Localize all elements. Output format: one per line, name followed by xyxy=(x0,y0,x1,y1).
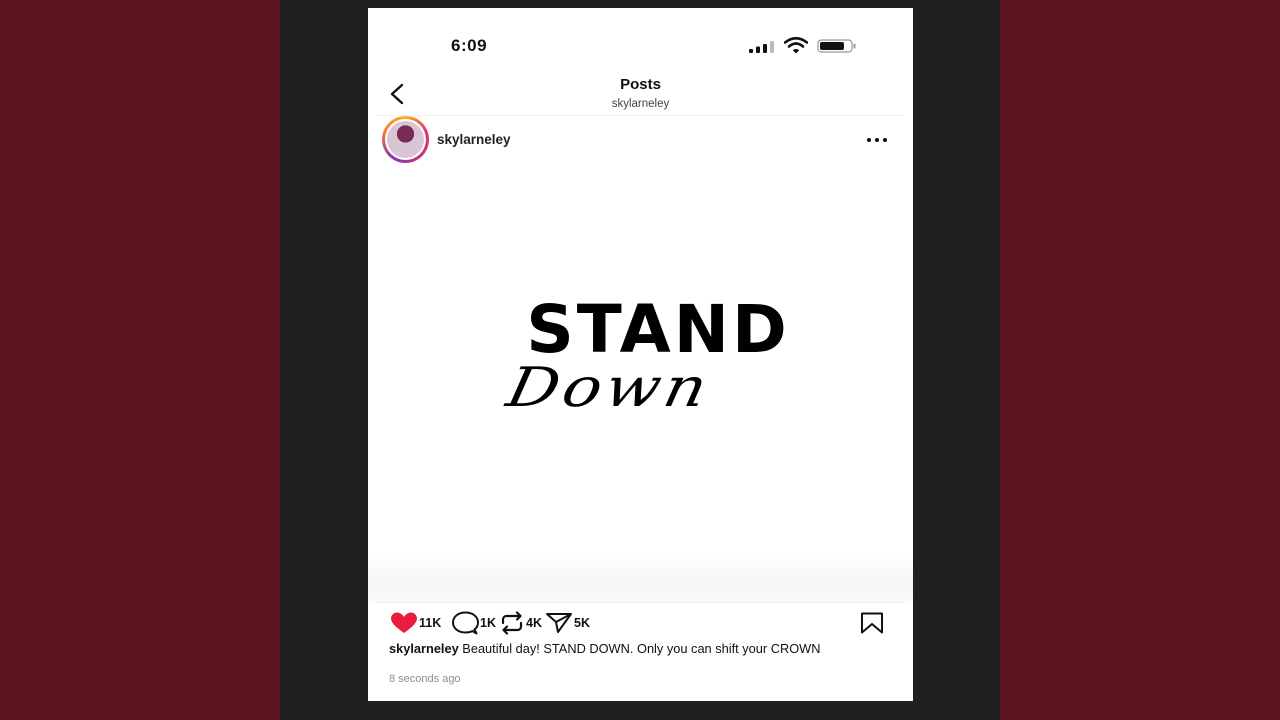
comment-button[interactable]: 1K xyxy=(451,611,496,635)
avatar-photo xyxy=(387,121,424,158)
wifi-icon xyxy=(784,37,808,54)
caption-username[interactable]: skylarneley xyxy=(389,641,459,656)
heart-icon xyxy=(391,612,417,633)
image-text-down: Down xyxy=(501,356,717,420)
post-caption: skylarneley Beautiful day! STAND DOWN. O… xyxy=(389,642,894,655)
comment-count: 1K xyxy=(480,616,496,630)
page-subtitle: skylarneley xyxy=(611,98,670,110)
post-username[interactable]: skylarneley xyxy=(437,132,511,147)
repost-button[interactable]: 4K xyxy=(499,611,542,635)
share-count: 5K xyxy=(574,616,590,630)
image-bottom-fade xyxy=(368,553,913,603)
repost-count: 4K xyxy=(526,616,542,630)
post-header: skylarneley xyxy=(368,116,913,163)
status-time: 6:09 xyxy=(451,36,488,55)
signal-icon xyxy=(749,41,774,53)
send-icon xyxy=(546,613,572,633)
more-horizontal-icon[interactable] xyxy=(865,130,889,150)
share-button[interactable]: 5K xyxy=(545,611,590,635)
comment-icon xyxy=(452,611,479,635)
battery-icon xyxy=(817,39,856,53)
post-timestamp: 8 seconds ago xyxy=(389,673,461,685)
repost-icon xyxy=(501,611,523,635)
posts-header: Posts skylarneley xyxy=(368,74,913,114)
post-actions: 11K 1K 4K 5K xyxy=(368,608,913,638)
caption-text: Beautiful day! STAND DOWN. Only you can … xyxy=(458,641,821,656)
image-divider xyxy=(376,602,904,603)
like-button[interactable]: 11K xyxy=(390,611,441,635)
bookmark-icon[interactable] xyxy=(860,612,884,634)
phone-screen: 6:09 Posts skylarneley skylarneley STAND… xyxy=(368,8,913,701)
avatar[interactable] xyxy=(382,116,429,163)
page-title: Posts xyxy=(620,76,661,93)
like-count: 11K xyxy=(419,616,442,630)
post-image[interactable]: STAND Down xyxy=(368,163,913,603)
status-bar: 6:09 xyxy=(368,8,913,68)
